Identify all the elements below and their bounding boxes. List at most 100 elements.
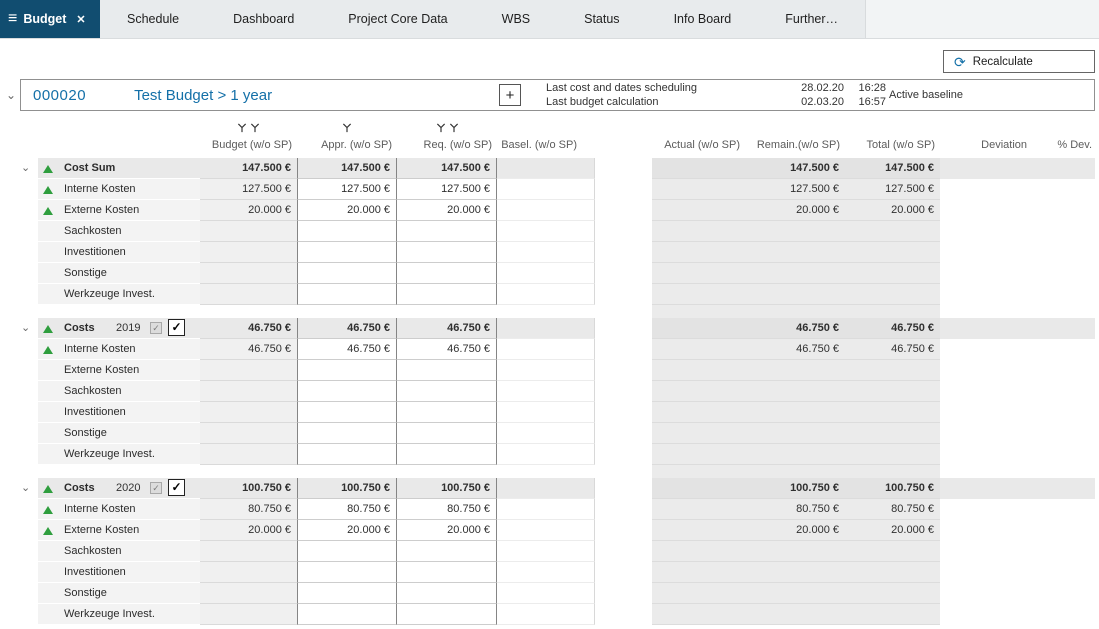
row-label-cell[interactable]: Interne Kosten: [38, 179, 200, 200]
cell-budget[interactable]: [200, 423, 297, 444]
cell-basel[interactable]: [497, 478, 595, 499]
project-title[interactable]: Test Budget > 1 year: [134, 87, 272, 104]
row-label-cell[interactable]: Werkzeuge Invest.: [38, 604, 200, 625]
cell-budget[interactable]: 80.750 €: [200, 499, 297, 520]
cell-appr[interactable]: [297, 360, 397, 381]
cell-budget[interactable]: [200, 381, 297, 402]
cell-appr[interactable]: [297, 381, 397, 402]
column-header-basel[interactable]: Basel. (w/o SP): [497, 135, 595, 155]
cell-basel[interactable]: [497, 604, 595, 625]
cell-basel[interactable]: [497, 242, 595, 263]
cell-req[interactable]: [397, 381, 497, 402]
row-label-cell[interactable]: Interne Kosten: [38, 339, 200, 360]
cell-basel[interactable]: [497, 444, 595, 465]
row-label-cell[interactable]: Externe Kosten: [38, 200, 200, 221]
tab-project-core-data[interactable]: Project Core Data: [321, 0, 474, 38]
cell-basel[interactable]: [497, 541, 595, 562]
cell-appr[interactable]: [297, 541, 397, 562]
cell-req[interactable]: [397, 444, 497, 465]
row-label-cell[interactable]: Sachkosten: [38, 221, 200, 242]
tab-budget[interactable]: ≡ Budget ✕: [0, 0, 100, 38]
cell-appr[interactable]: 127.500 €: [297, 179, 397, 200]
cell-req[interactable]: 100.750 €: [397, 478, 497, 499]
row-label-cell[interactable]: Cost Sum: [38, 158, 200, 179]
cell-basel[interactable]: [497, 179, 595, 200]
collapse-group-icon[interactable]: ⌄: [21, 318, 30, 338]
cell-budget[interactable]: 147.500 €: [200, 158, 297, 179]
cell-appr[interactable]: [297, 562, 397, 583]
cell-basel[interactable]: [497, 200, 595, 221]
cell-req[interactable]: 20.000 €: [397, 520, 497, 541]
row-label-cell[interactable]: Sonstige: [38, 583, 200, 604]
row-label-cell[interactable]: Sachkosten: [38, 381, 200, 402]
cell-req[interactable]: [397, 284, 497, 305]
row-label-cell[interactable]: Werkzeuge Invest.: [38, 444, 200, 465]
cell-req[interactable]: [397, 221, 497, 242]
cell-appr[interactable]: [297, 263, 397, 284]
cell-appr[interactable]: 147.500 €: [297, 158, 397, 179]
project-id[interactable]: 000020: [33, 87, 86, 104]
row-label-cell[interactable]: Investitionen: [38, 242, 200, 263]
cell-req[interactable]: [397, 562, 497, 583]
cell-req[interactable]: [397, 242, 497, 263]
cell-basel[interactable]: [497, 360, 595, 381]
tab-status[interactable]: Status: [557, 0, 646, 38]
row-label-cell[interactable]: Externe Kosten: [38, 360, 200, 381]
tab-wbs[interactable]: WBS: [475, 0, 557, 38]
tab-info-board[interactable]: Info Board: [647, 0, 759, 38]
column-header-budget[interactable]: Budget (w/o SP): [200, 135, 297, 155]
cell-req[interactable]: 46.750 €: [397, 318, 497, 339]
cell-req[interactable]: [397, 465, 497, 478]
tab-dashboard[interactable]: Dashboard: [206, 0, 321, 38]
cell-budget[interactable]: [200, 402, 297, 423]
cell-req[interactable]: [397, 423, 497, 444]
cell-budget[interactable]: 46.750 €: [200, 318, 297, 339]
row-label-cell[interactable]: Werkzeuge Invest.: [38, 284, 200, 305]
tab-further[interactable]: Further…: [758, 0, 865, 38]
cell-budget[interactable]: 20.000 €: [200, 520, 297, 541]
cell-req[interactable]: [397, 583, 497, 604]
row-label-cell[interactable]: Interne Kosten: [38, 499, 200, 520]
cell-req[interactable]: [397, 305, 497, 318]
cell-basel[interactable]: [497, 423, 595, 444]
cell-basel[interactable]: [497, 465, 595, 478]
cell-appr[interactable]: [297, 444, 397, 465]
column-header-req[interactable]: Req. (w/o SP): [397, 135, 497, 155]
cell-basel[interactable]: [497, 402, 595, 423]
row-label-cell[interactable]: [38, 465, 200, 478]
column-header-actual[interactable]: Actual (w/o SP): [652, 135, 745, 155]
cell-req[interactable]: 20.000 €: [397, 200, 497, 221]
cell-basel[interactable]: [497, 381, 595, 402]
column-header-appr[interactable]: Appr. (w/o SP): [297, 135, 397, 155]
project-collapse-icon[interactable]: ⌄: [2, 89, 20, 101]
checkbox-checked[interactable]: ✓: [168, 479, 185, 496]
cell-req[interactable]: [397, 604, 497, 625]
row-label-cell[interactable]: Costs 2019 ✓ ✓: [38, 318, 200, 339]
close-tab-icon[interactable]: ✕: [76, 13, 85, 26]
row-label-cell[interactable]: Sonstige: [38, 423, 200, 444]
row-label-cell[interactable]: Externe Kosten: [38, 520, 200, 541]
row-label-cell[interactable]: Sachkosten: [38, 541, 200, 562]
cell-basel[interactable]: [497, 520, 595, 541]
column-header-remain[interactable]: Remain.(w/o SP): [745, 135, 845, 155]
cell-budget[interactable]: [200, 444, 297, 465]
recalculate-button[interactable]: ⟳ Recalculate: [943, 50, 1095, 73]
row-label-cell[interactable]: Investitionen: [38, 402, 200, 423]
cell-budget[interactable]: [200, 221, 297, 242]
cell-basel[interactable]: [497, 221, 595, 242]
cell-appr[interactable]: 46.750 €: [297, 318, 397, 339]
cell-appr[interactable]: [297, 423, 397, 444]
cell-basel[interactable]: [497, 499, 595, 520]
cell-appr[interactable]: 100.750 €: [297, 478, 397, 499]
cell-appr[interactable]: [297, 284, 397, 305]
cell-basel[interactable]: [497, 263, 595, 284]
cell-appr[interactable]: [297, 221, 397, 242]
cell-basel[interactable]: [497, 339, 595, 360]
cell-budget[interactable]: 20.000 €: [200, 200, 297, 221]
cell-basel[interactable]: [497, 318, 595, 339]
cell-req[interactable]: 80.750 €: [397, 499, 497, 520]
menu-icon[interactable]: ≡: [8, 11, 17, 27]
column-header-pdev[interactable]: % Dev.: [1032, 135, 1095, 155]
row-label-cell[interactable]: Costs 2020 ✓ ✓: [38, 478, 200, 499]
column-header-deviation[interactable]: Deviation: [940, 135, 1032, 155]
